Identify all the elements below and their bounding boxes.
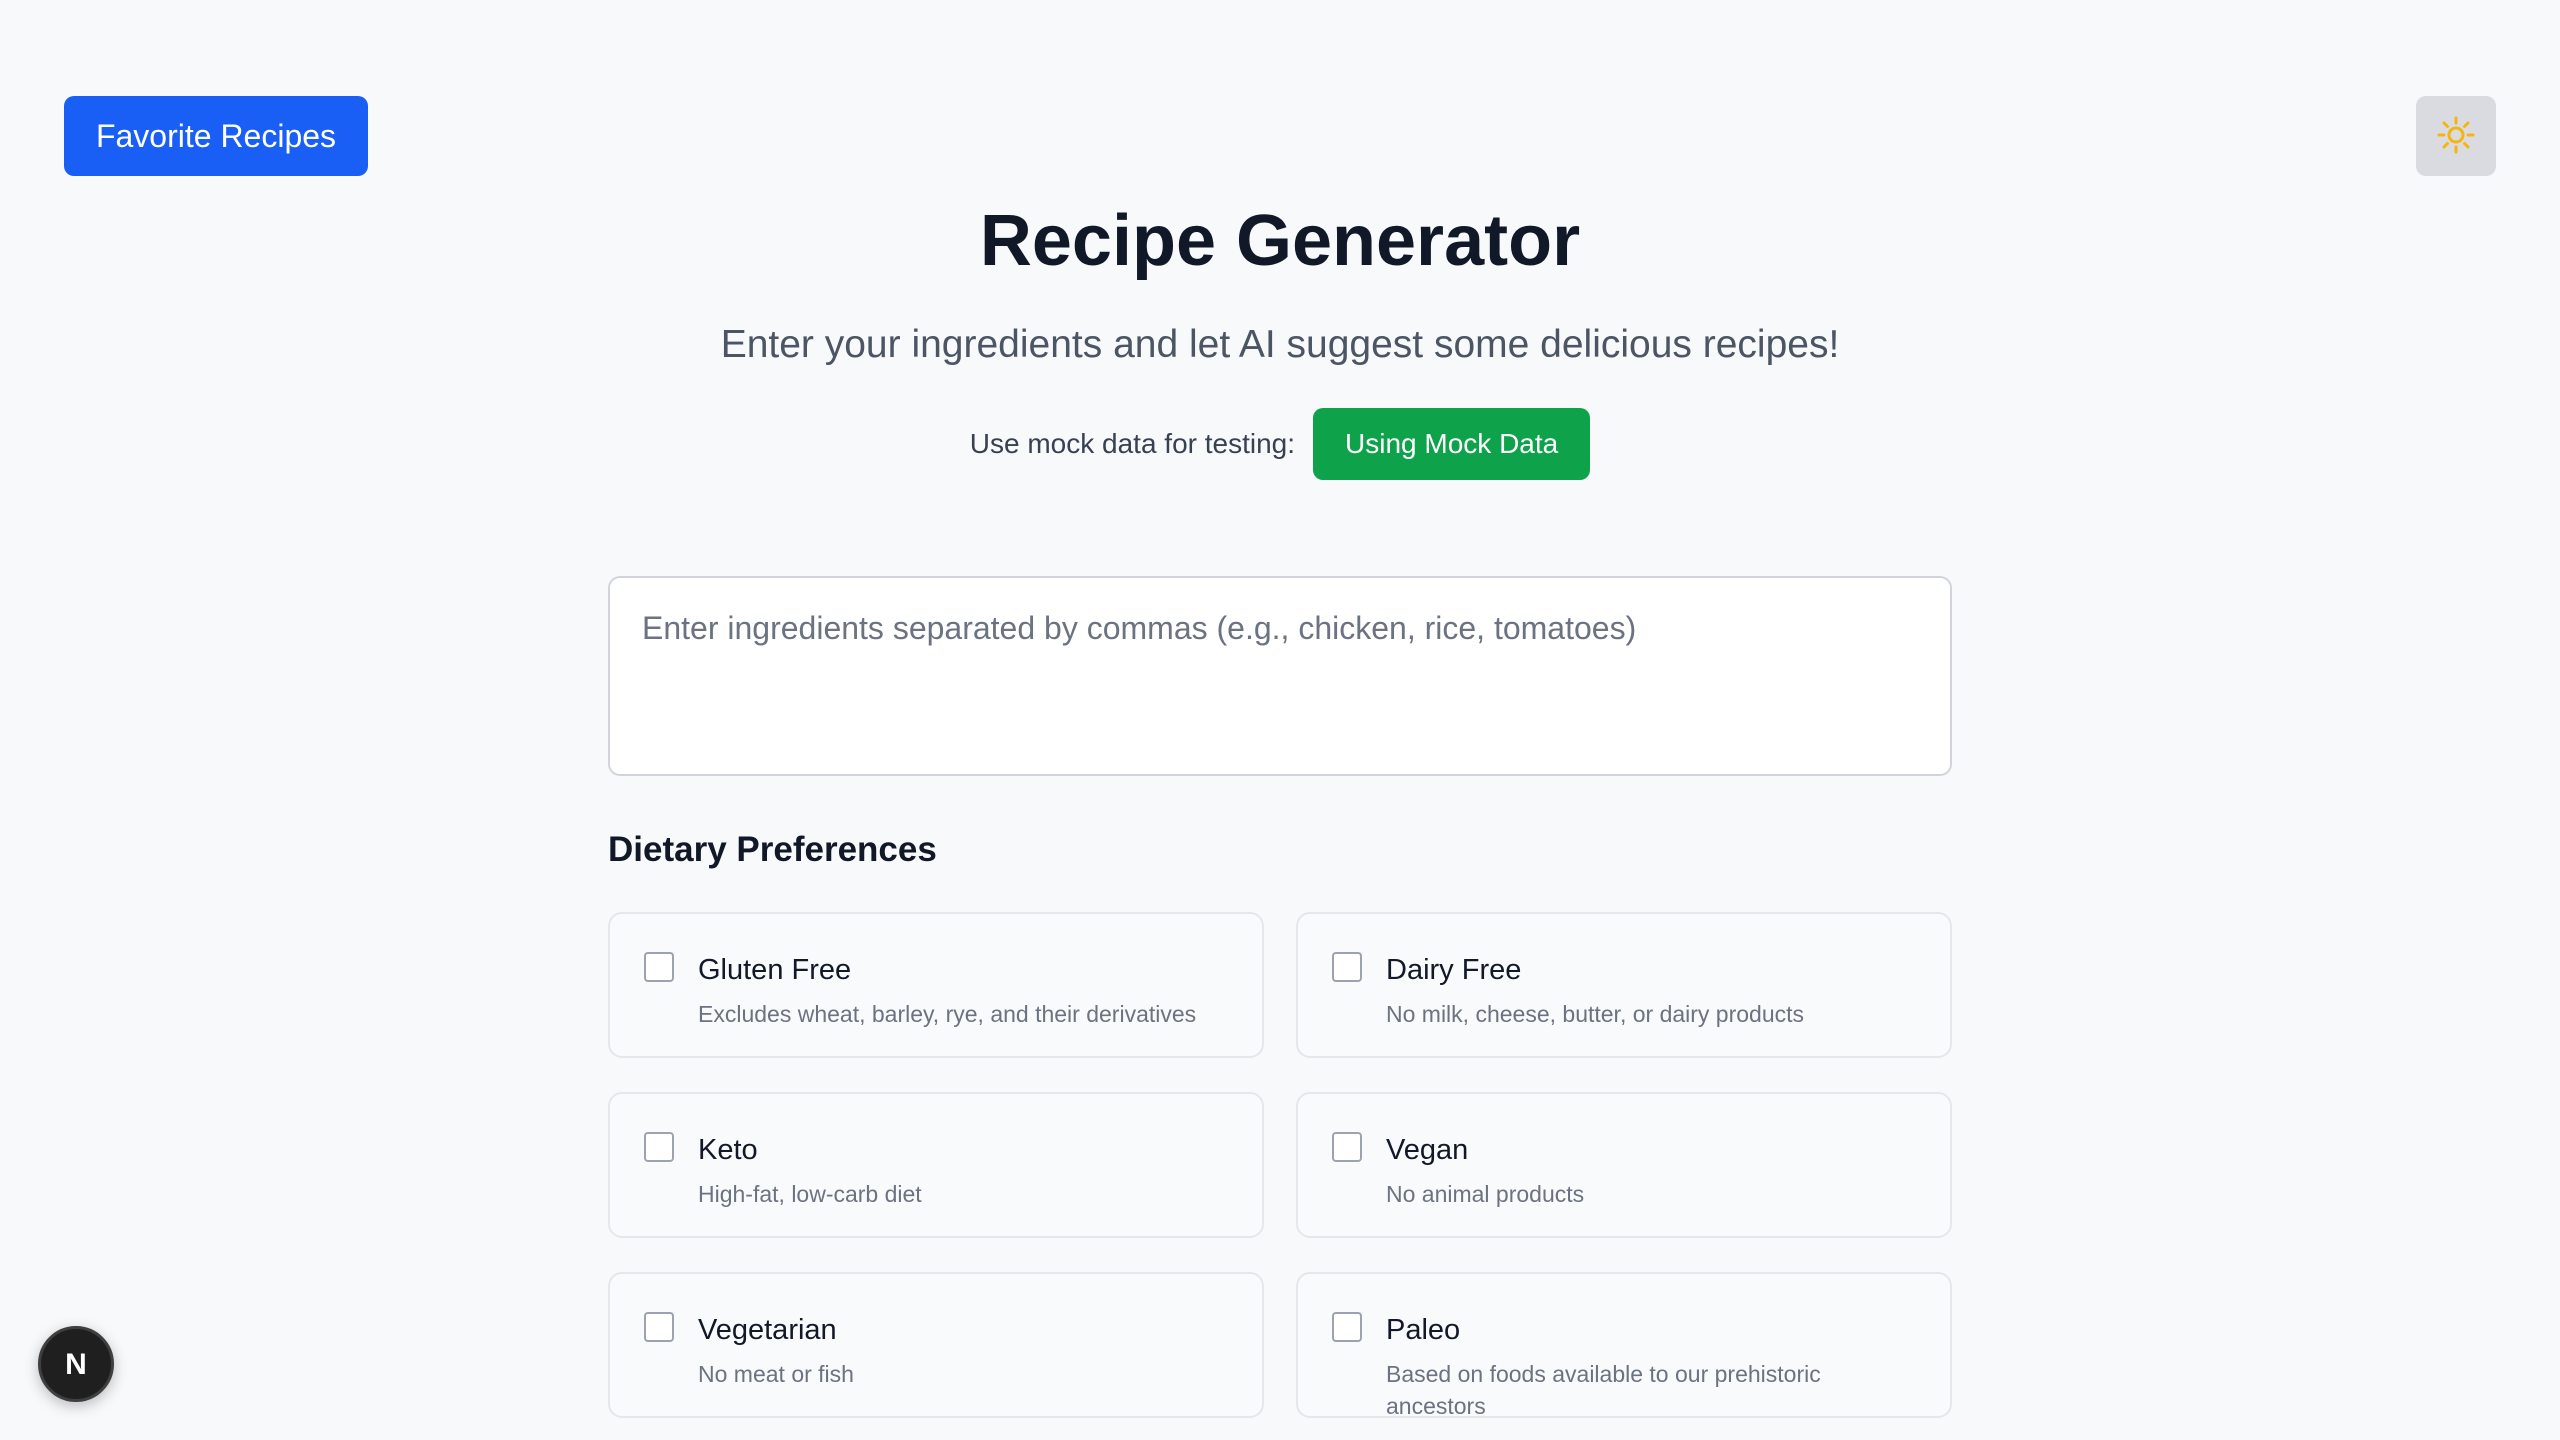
pref-name: Keto	[698, 1134, 758, 1166]
page: Favorite Recipes Recipe Generator Enter …	[0, 0, 2560, 1440]
pref-description: No meat or fish	[698, 1361, 854, 1387]
mock-data-label: Use mock data for testing:	[969, 428, 1296, 459]
pref-description: No animal products	[1386, 1181, 1585, 1207]
pref-description: Excludes wheat, barley, rye, and their d…	[698, 1001, 1197, 1027]
checkbox[interactable]	[1332, 1132, 1362, 1162]
favorite-recipes-button[interactable]: Favorite Recipes	[64, 96, 368, 176]
pref-description: No milk, cheese, butter, or dairy produc…	[1386, 1001, 1805, 1027]
pref-card-vegan[interactable]: Vegan No animal products	[1296, 1092, 1952, 1238]
ingredients-input[interactable]	[608, 576, 1952, 776]
nextjs-logo-icon[interactable]: N	[38, 1326, 114, 1402]
checkbox[interactable]	[644, 1132, 674, 1162]
pref-card-keto[interactable]: Keto High-fat, low-carb diet	[608, 1092, 1264, 1238]
theme-toggle-button[interactable]	[2416, 96, 2496, 176]
checkbox[interactable]	[644, 952, 674, 982]
dietary-preferences-grid: Gluten Free Excludes wheat, barley, rye,…	[608, 912, 1952, 1419]
mock-data-toggle-button[interactable]: Using Mock Data	[1313, 408, 1591, 480]
checkbox[interactable]	[1332, 952, 1362, 982]
pref-name: Paleo	[1386, 1314, 1461, 1346]
checkbox[interactable]	[1332, 1312, 1362, 1342]
badge-letter: N	[65, 1348, 87, 1381]
pref-name: Vegan	[1386, 1134, 1469, 1166]
pref-card-paleo[interactable]: Paleo Based on foods available to our pr…	[1296, 1272, 1952, 1419]
pref-description: Based on foods available to our prehisto…	[1386, 1361, 1821, 1419]
page-subtitle: Enter your ingredients and let AI sugges…	[720, 323, 1840, 366]
pref-name: Dairy Free	[1386, 954, 1522, 986]
page-title: Recipe Generator	[979, 201, 1581, 281]
sun-icon	[2436, 115, 2476, 158]
pref-description: High-fat, low-carb diet	[698, 1181, 922, 1207]
pref-name: Gluten Free	[698, 954, 852, 986]
checkbox[interactable]	[644, 1312, 674, 1342]
pref-card-vegetarian[interactable]: Vegetarian No meat or fish	[608, 1272, 1264, 1418]
mock-data-row: Use mock data for testing: Using Mock Da…	[0, 408, 2560, 480]
pref-name: Vegetarian	[698, 1314, 837, 1346]
pref-card-gluten-free[interactable]: Gluten Free Excludes wheat, barley, rye,…	[608, 912, 1264, 1058]
dietary-preferences-heading: Dietary Preferences	[608, 830, 937, 869]
pref-card-dairy-free[interactable]: Dairy Free No milk, cheese, butter, or d…	[1296, 912, 1952, 1058]
